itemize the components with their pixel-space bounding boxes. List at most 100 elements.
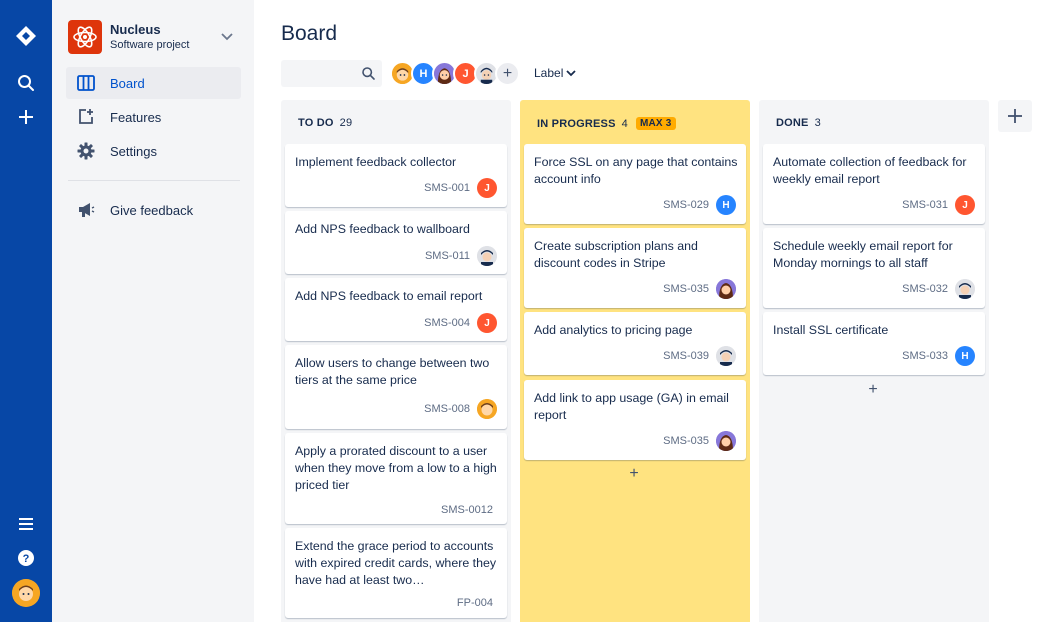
card-title: Apply a prorated discount to a user when…	[295, 444, 497, 492]
sidebar-item-board[interactable]: Board	[66, 67, 241, 99]
chevron-down-icon	[566, 69, 577, 76]
page-title: Board	[281, 22, 338, 45]
label-filter-dropdown[interactable]: Label	[534, 66, 577, 80]
column-in-progress: IN PROGRESS 4 MAX 3 Force SSL on any pag…	[520, 100, 750, 622]
card-key: SMS-039	[663, 350, 709, 362]
issue-card[interactable]: Add NPS feedback to email report SMS-004…	[285, 278, 507, 341]
issue-card[interactable]: Implement feedback collector SMS-001 J	[285, 144, 507, 207]
issue-card[interactable]: Add link to app usage (GA) in email repo…	[524, 380, 746, 460]
card-key: SMS-004	[424, 317, 470, 329]
project-type: Software project	[110, 39, 190, 51]
card-key: SMS-031	[902, 199, 948, 211]
column-header: TO DO 29	[298, 117, 352, 129]
features-icon	[66, 101, 106, 133]
card-key: SMS-008	[424, 403, 470, 415]
atom-project-icon	[68, 20, 102, 54]
assignee-avatar: H	[716, 195, 736, 215]
create-plus-icon[interactable]	[0, 99, 52, 135]
column-title: DONE	[776, 117, 809, 129]
project-header[interactable]: Nucleus Software project	[68, 20, 246, 54]
assignee-avatar	[716, 431, 736, 451]
add-people-icon[interactable]: +	[495, 61, 520, 86]
issue-card[interactable]: Apply a prorated discount to a user when…	[285, 433, 507, 524]
card-title: Install SSL certificate	[773, 323, 889, 337]
card-title: Implement feedback collector	[295, 155, 457, 169]
card-key: SMS-029	[663, 199, 709, 211]
card-title: Force SSL on any page that contains acco…	[534, 155, 738, 186]
sidebar-item-label: Settings	[110, 143, 157, 159]
jira-logo-icon[interactable]	[0, 18, 52, 54]
wip-limit-badge: MAX 3	[635, 117, 676, 130]
card-title: Extend the grace period to accounts with…	[295, 539, 497, 587]
card-key: SMS-011	[424, 250, 470, 262]
assignee-avatar	[477, 399, 497, 419]
issue-card[interactable]: Allow users to change between two tiers …	[285, 345, 507, 429]
issue-card[interactable]: Force SSL on any page that contains acco…	[524, 144, 746, 224]
card-title: Create subscription plans and discount c…	[534, 239, 698, 270]
give-feedback-label: Give feedback	[110, 202, 194, 218]
svg-text:?: ?	[23, 553, 30, 565]
column-header: IN PROGRESS 4 MAX 3	[537, 117, 676, 130]
card-key: SMS-0012	[441, 504, 493, 516]
issue-card[interactable]: Automate collection of feedback for week…	[763, 144, 985, 224]
search-icon[interactable]	[0, 65, 52, 101]
assignee-avatar	[716, 346, 736, 366]
search-icon	[362, 67, 375, 80]
project-name: Nucleus	[110, 22, 161, 37]
user-avatar[interactable]	[12, 579, 40, 607]
menu-icon[interactable]	[0, 506, 52, 542]
help-icon[interactable]: ?	[0, 540, 52, 576]
issue-card[interactable]: Add analytics to pricing page SMS-039	[524, 312, 746, 375]
sidebar-divider	[68, 180, 240, 181]
card-title: Add analytics to pricing page	[534, 323, 693, 337]
column-title: IN PROGRESS	[537, 117, 616, 130]
issue-card[interactable]: Create subscription plans and discount c…	[524, 228, 746, 308]
global-navigation: ?	[0, 0, 52, 622]
card-key: SMS-035	[663, 283, 709, 295]
add-column-button[interactable]	[998, 100, 1032, 132]
search-input[interactable]	[281, 60, 361, 87]
assignee-avatar: J	[477, 178, 497, 198]
card-key: FP-004	[456, 597, 493, 609]
assignee-avatar: H	[955, 346, 975, 366]
card-title: Allow users to change between two tiers …	[295, 356, 490, 387]
column-done: DONE 3 Automate collection of feedback f…	[759, 100, 989, 622]
add-card-plus-icon[interactable]: +	[863, 380, 883, 400]
column-count: 3	[814, 117, 821, 129]
card-title: Add link to app usage (GA) in email repo…	[534, 391, 729, 422]
card-title: Add NPS feedback to wallboard	[295, 222, 470, 236]
assignee-avatar	[716, 279, 736, 299]
sidebar-item-label: Features	[110, 109, 162, 125]
issue-card[interactable]: Schedule weekly email report for Monday …	[763, 228, 985, 308]
card-key: SMS-032	[902, 283, 948, 295]
issue-card[interactable]: Extend the grace period to accounts with…	[285, 528, 507, 618]
issue-card[interactable]: Add NPS feedback to wallboard SMS-011	[285, 211, 507, 274]
sidebar-item-features[interactable]: Features	[66, 101, 241, 133]
board-icon	[66, 67, 106, 99]
chevron-down-icon[interactable]	[218, 28, 236, 46]
project-sidebar: Nucleus Software project Board Features …	[52, 0, 254, 622]
column-count: 4	[621, 117, 628, 130]
card-title: Automate collection of feedback for week…	[773, 155, 967, 186]
search-field[interactable]	[281, 60, 382, 87]
gear-icon	[66, 135, 106, 167]
sidebar-item-give-feedback[interactable]: Give feedback	[66, 194, 241, 226]
label-filter-text: Label	[534, 66, 564, 80]
assignee-avatar: J	[477, 313, 497, 333]
assignee-avatar	[477, 246, 497, 266]
card-title: Add NPS feedback to email report	[295, 289, 483, 303]
column-todo: TO DO 29 Implement feedback collector SM…	[281, 100, 511, 622]
assignee-avatar: J	[955, 195, 975, 215]
add-card-plus-icon[interactable]: +	[624, 464, 644, 484]
issue-card[interactable]: Install SSL certificate SMS-033 H	[763, 312, 985, 375]
sidebar-item-settings[interactable]: Settings	[66, 135, 241, 167]
sidebar-item-label: Board	[110, 75, 145, 91]
column-header: DONE 3	[776, 117, 821, 129]
column-count: 29	[339, 117, 353, 129]
plus-icon	[1008, 109, 1022, 123]
card-key: SMS-035	[663, 435, 709, 447]
megaphone-icon	[66, 194, 106, 226]
card-key: SMS-033	[902, 350, 948, 362]
column-title: TO DO	[298, 117, 334, 129]
assignee-avatar	[955, 279, 975, 299]
